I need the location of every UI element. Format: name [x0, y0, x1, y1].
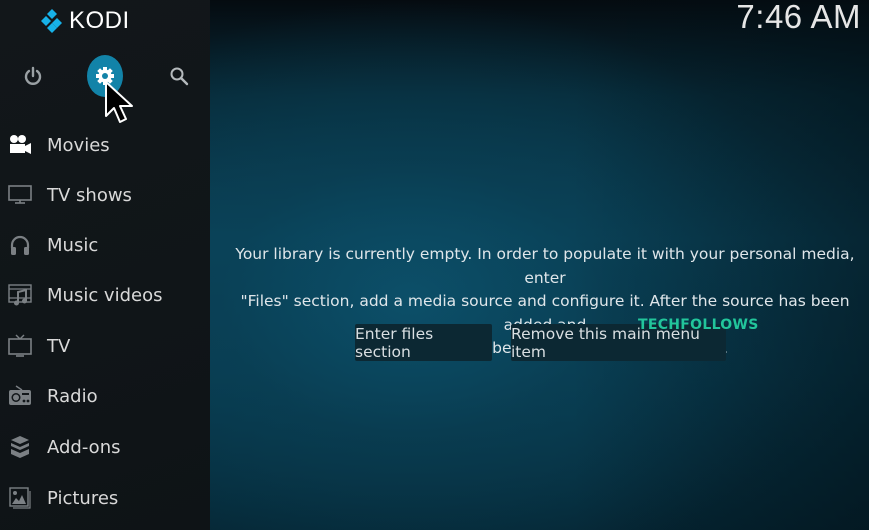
sidebar-item-label: TV shows — [47, 184, 132, 206]
sidebar-item-tv-shows[interactable]: TV shows — [0, 170, 210, 220]
tv-icon — [8, 334, 32, 358]
search-button[interactable] — [166, 63, 192, 89]
search-icon — [170, 67, 189, 86]
mouse-pointer-icon — [104, 80, 136, 132]
movie-camera-icon — [8, 133, 32, 157]
clock: 7:46 AM — [736, 0, 861, 35]
sidebar-item-label: Radio — [47, 385, 98, 407]
sidebar-item-label: TV — [47, 335, 71, 357]
sidebar-item-label: Music videos — [47, 284, 163, 306]
kodi-logo-icon — [41, 9, 62, 33]
sidebar-item-radio[interactable]: Radio — [0, 371, 210, 421]
pictures-icon — [8, 486, 32, 510]
addons-box-icon — [8, 435, 32, 459]
power-icon — [24, 66, 42, 85]
monitor-icon — [8, 183, 32, 207]
sidebar-item-music[interactable]: Music — [0, 220, 210, 270]
app-name: KODI — [69, 7, 130, 34]
message-line: Your library is currently empty. In orde… — [235, 245, 855, 287]
sidebar-item-music-videos[interactable]: Music videos — [0, 270, 210, 320]
sidebar-item-add-ons[interactable]: Add-ons — [0, 422, 210, 472]
sidebar-item-label: Add-ons — [47, 436, 121, 458]
sidebar-item-label: Music — [47, 234, 99, 256]
enter-files-section-button[interactable]: Enter files section — [355, 324, 492, 361]
kodi-logo: KODI — [41, 8, 130, 34]
sidebar-item-pictures[interactable]: Pictures — [0, 473, 210, 523]
watermark: TECHFOLLOWS — [638, 317, 759, 333]
sidebar-item-label: Movies — [47, 134, 110, 156]
power-button[interactable] — [20, 63, 46, 89]
sidebar-item-tv[interactable]: TV — [0, 321, 210, 371]
sidebar-item-label: Pictures — [47, 487, 119, 509]
radio-icon — [8, 384, 32, 408]
music-video-icon — [8, 283, 32, 307]
headphones-icon — [8, 233, 32, 257]
